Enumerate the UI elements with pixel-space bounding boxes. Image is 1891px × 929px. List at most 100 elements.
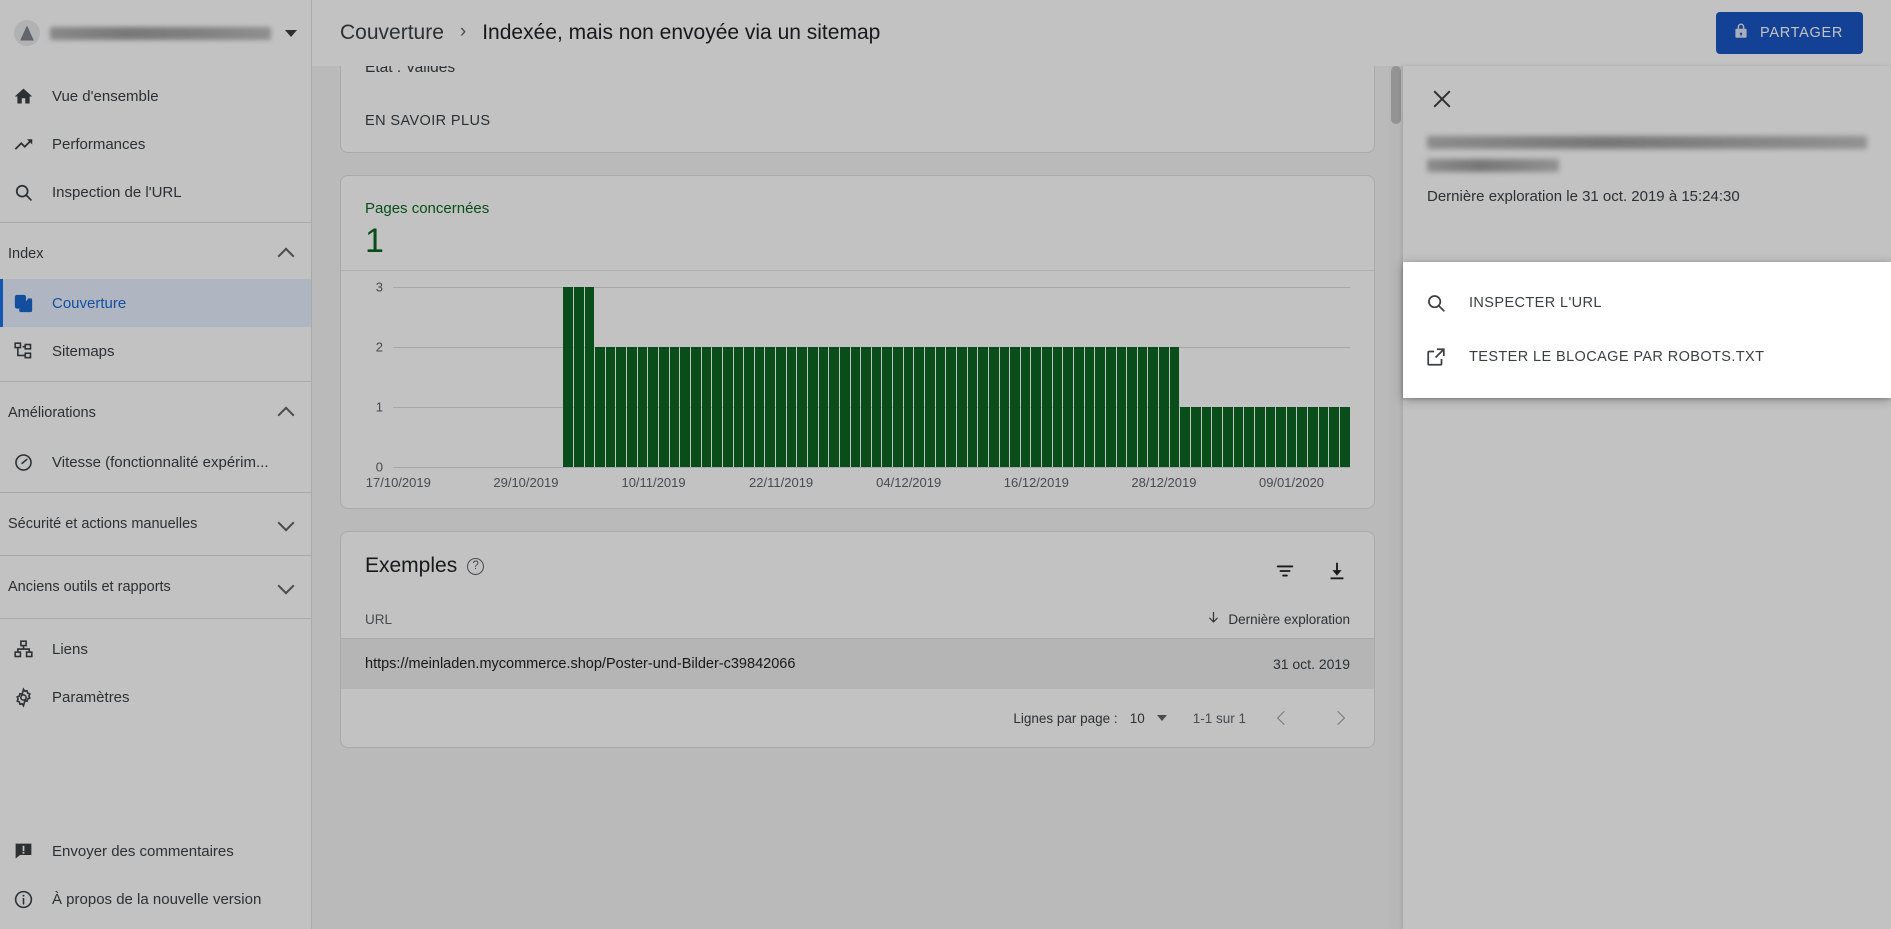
chart-bar[interactable] xyxy=(1222,407,1233,468)
chart-bar[interactable] xyxy=(605,347,616,468)
sidebar-section-legacy-tools[interactable]: Anciens outils et rapports xyxy=(0,562,311,612)
sidebar-item-feedback[interactable]: Envoyer des commentaires xyxy=(0,827,311,875)
chart-bar[interactable] xyxy=(584,287,595,468)
chart-bar[interactable] xyxy=(903,347,914,468)
chart-bar[interactable] xyxy=(1159,347,1169,468)
chart-bar[interactable] xyxy=(1095,347,1105,468)
sidebar-item-sitemaps[interactable]: Sitemaps xyxy=(0,327,311,375)
chart-bar[interactable] xyxy=(754,347,765,468)
chart-bar[interactable] xyxy=(1297,407,1308,468)
column-header-last-crawl[interactable]: Dernière exploration xyxy=(1206,610,1350,628)
download-icon[interactable] xyxy=(1324,558,1350,584)
chart-bar[interactable] xyxy=(1020,347,1031,468)
chart-bar[interactable] xyxy=(1127,347,1137,468)
chevron-left-icon[interactable] xyxy=(1272,705,1298,731)
learn-more-link[interactable]: EN SAVOIR PLUS xyxy=(365,113,490,129)
sidebar-item-performance[interactable]: Performances xyxy=(0,120,311,168)
table-row[interactable]: https://meinladen.mycommerce.shop/Poster… xyxy=(341,639,1374,690)
chart-bar[interactable] xyxy=(1191,407,1201,468)
chart-bar[interactable] xyxy=(690,347,701,468)
help-circle-icon[interactable]: ? xyxy=(467,557,485,575)
chart-plot[interactable]: 0 1 2 3 xyxy=(376,280,1350,475)
chart-bar[interactable] xyxy=(1254,407,1265,468)
close-icon[interactable] xyxy=(1427,84,1457,114)
chart-bar[interactable] xyxy=(850,347,861,468)
chart-bar[interactable] xyxy=(733,347,744,468)
chart-bar[interactable] xyxy=(776,347,786,468)
sidebar-item-settings[interactable]: Paramètres xyxy=(0,673,311,721)
sidebar-item-url-inspection[interactable]: Inspection de l'URL xyxy=(0,168,311,216)
chart-bar[interactable] xyxy=(1318,407,1329,468)
chart-bar[interactable] xyxy=(1244,407,1254,468)
sidebar-section-security[interactable]: Sécurité et actions manuelles xyxy=(0,499,311,549)
sidebar-section-enhancements[interactable]: Améliorations xyxy=(0,388,311,438)
chart-bar[interactable] xyxy=(1084,347,1095,468)
main-scrollbar-thumb[interactable] xyxy=(1391,66,1401,124)
chart-bar[interactable] xyxy=(829,347,839,468)
rows-per-page-selector[interactable]: Lignes par page : 10 xyxy=(1013,711,1167,726)
breadcrumb-parent[interactable]: Couverture xyxy=(340,21,444,45)
chart-bar[interactable] xyxy=(839,347,850,468)
chart-bar[interactable] xyxy=(1074,347,1084,468)
menu-item-inspect-url[interactable]: INSPECTER L'URL xyxy=(1403,276,1891,330)
chart-bar[interactable] xyxy=(659,347,669,468)
chart-bar[interactable] xyxy=(999,347,1010,468)
chart-bar[interactable] xyxy=(935,347,946,468)
chart-bar[interactable] xyxy=(978,347,988,468)
chart-bar[interactable] xyxy=(1276,407,1286,468)
chart-bar[interactable] xyxy=(648,347,659,468)
chart-bar[interactable] xyxy=(595,347,605,468)
chart-bar[interactable] xyxy=(1340,407,1350,468)
chart-bar[interactable] xyxy=(882,347,893,468)
chart-bar[interactable] xyxy=(1063,347,1073,468)
chart-bar[interactable] xyxy=(680,347,690,468)
chart-bar[interactable] xyxy=(744,347,754,468)
chart-bar[interactable] xyxy=(616,347,627,468)
chart-bar[interactable] xyxy=(914,347,925,468)
chart-bar[interactable] xyxy=(1148,347,1159,468)
chart-bar[interactable] xyxy=(925,347,935,468)
chart-bar[interactable] xyxy=(637,347,648,468)
chart-bar[interactable] xyxy=(1286,407,1297,468)
chart-bar[interactable] xyxy=(1329,407,1340,468)
chart-bar[interactable] xyxy=(563,287,573,468)
property-selector[interactable] xyxy=(0,0,312,66)
chart-bar[interactable] xyxy=(1105,347,1116,468)
chart-bar[interactable] xyxy=(701,347,712,468)
chevron-right-icon[interactable] xyxy=(1324,705,1350,731)
main-scrollbar[interactable] xyxy=(1389,66,1403,929)
chart-bar[interactable] xyxy=(1031,347,1042,468)
share-button[interactable]: PARTAGER xyxy=(1716,12,1863,54)
chart-bar[interactable] xyxy=(712,347,722,468)
menu-item-test-robots-txt[interactable]: TESTER LE BLOCAGE PAR ROBOTS.TXT xyxy=(1403,330,1891,384)
chart-bar[interactable] xyxy=(861,347,871,468)
chart-bar[interactable] xyxy=(1308,407,1318,468)
chart-bar[interactable] xyxy=(1201,407,1212,468)
chart-bar[interactable] xyxy=(1265,407,1276,468)
chart-bar[interactable] xyxy=(722,347,733,468)
chart-bar[interactable] xyxy=(1052,347,1063,468)
chart-bar[interactable] xyxy=(893,347,903,468)
chart-bar[interactable] xyxy=(1212,407,1222,468)
chart-bar[interactable] xyxy=(871,347,882,468)
sidebar-item-about[interactable]: À propos de la nouvelle version xyxy=(0,875,311,923)
chart-bar[interactable] xyxy=(1042,347,1052,468)
chart-bar[interactable] xyxy=(1116,347,1127,468)
chart-bar[interactable] xyxy=(797,347,807,468)
chart-bar[interactable] xyxy=(765,347,776,468)
chart-bar[interactable] xyxy=(1233,407,1244,468)
sidebar-item-speed[interactable]: Vitesse (fonctionnalité expérim... xyxy=(0,438,311,486)
chart-bar[interactable] xyxy=(1137,347,1148,468)
sidebar-item-coverage[interactable]: Couverture xyxy=(0,279,311,327)
chart-bar[interactable] xyxy=(1180,407,1191,468)
chart-bar[interactable] xyxy=(1169,347,1180,468)
chart-bar[interactable] xyxy=(627,347,637,468)
sidebar-item-links[interactable]: Liens xyxy=(0,625,311,673)
chart-bar[interactable] xyxy=(956,347,967,468)
filter-icon[interactable] xyxy=(1272,558,1298,584)
chart-bar[interactable] xyxy=(1010,347,1020,468)
chart-bar[interactable] xyxy=(988,347,999,468)
sidebar-item-overview[interactable]: Vue d'ensemble xyxy=(0,72,311,120)
chart-bar[interactable] xyxy=(946,347,956,468)
chart-bar[interactable] xyxy=(573,287,584,468)
